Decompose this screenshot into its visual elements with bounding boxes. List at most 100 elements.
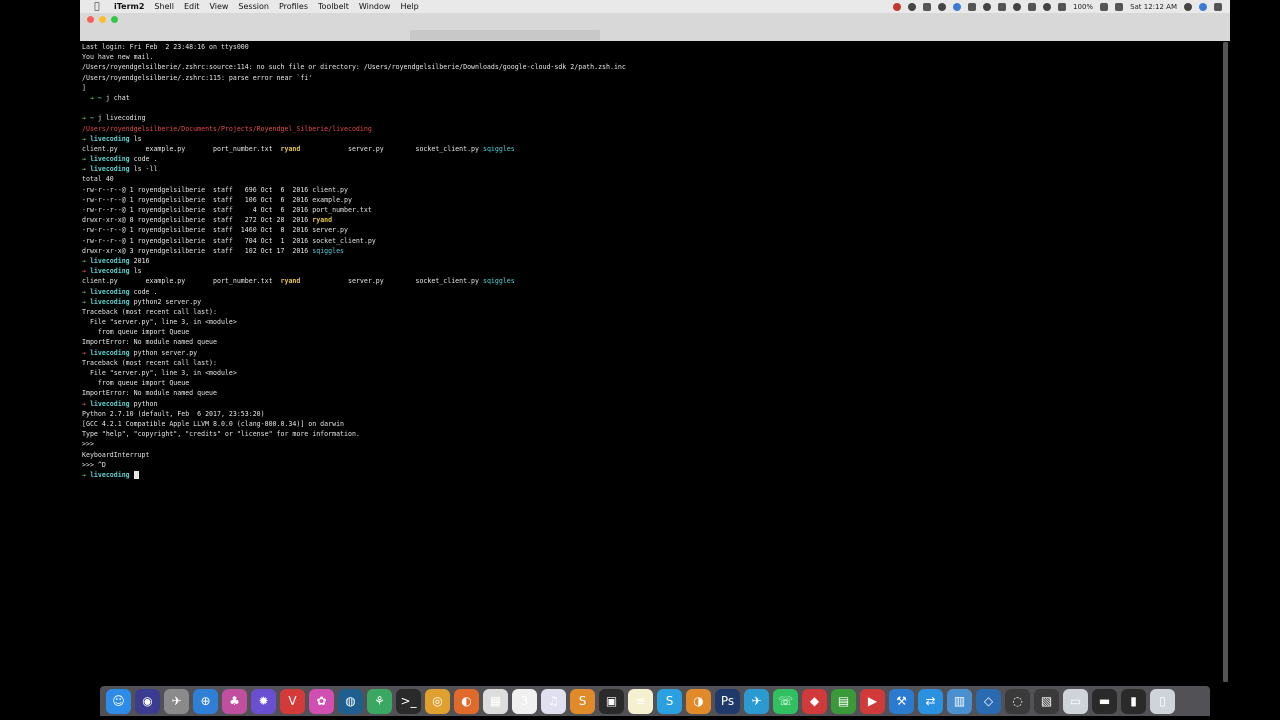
- skype-icon[interactable]: S: [657, 688, 682, 714]
- menu-toolbelt[interactable]: Toolbelt: [318, 2, 349, 11]
- app-icon-14[interactable]: ▬: [1092, 688, 1117, 714]
- terminal-line: → livecoding python: [82, 399, 1222, 409]
- terminal-text: →: [82, 470, 90, 479]
- siri-icon[interactable]: ◉: [135, 688, 160, 714]
- menubar-status-area: 100% Sat 12:12 AM: [893, 0, 1222, 13]
- calendar-icon[interactable]: 3: [512, 688, 537, 714]
- record-icon[interactable]: [893, 2, 902, 11]
- xcode-icon[interactable]: ⚒: [889, 688, 914, 714]
- firefox-icon[interactable]: ◐: [454, 688, 479, 714]
- terminal-line: >>>: [82, 439, 1222, 449]
- close-window-icon[interactable]: [87, 16, 94, 23]
- menu-window[interactable]: Window: [359, 2, 391, 11]
- terminal-tab[interactable]: [410, 30, 600, 40]
- status-app-icon[interactable]: [998, 2, 1007, 11]
- apple-menu-icon[interactable]: : [90, 2, 104, 12]
- app-icon-6[interactable]: ▣: [599, 688, 624, 714]
- zoom-window-icon[interactable]: [111, 16, 118, 23]
- app-icon-9[interactable]: ◆: [802, 688, 827, 714]
- menubar:  iTerm2 Shell Edit View Session Profile…: [80, 0, 1230, 13]
- notes-icon[interactable]: ≡: [628, 688, 653, 714]
- app-icon-7[interactable]: ◑: [686, 688, 711, 714]
- preview-icon[interactable]: ▥: [947, 688, 972, 714]
- terminal-text: livecoding: [89, 155, 134, 164]
- spotlight-icon[interactable]: [1184, 2, 1192, 11]
- scrollbar-thumb[interactable]: [1223, 42, 1228, 682]
- downloads-icon[interactable]: ▮: [1121, 688, 1146, 714]
- terminal-text: →: [82, 165, 90, 174]
- safari-icon[interactable]: ⊕: [193, 688, 218, 714]
- terminal-text: /Users/royendgelsilberie/.zshrc:source:1…: [82, 63, 626, 72]
- terminal-text: client.py example.py port_number.txt: [82, 277, 281, 286]
- menu-view[interactable]: View: [209, 2, 228, 11]
- terminal-text: livecoding: [89, 267, 134, 276]
- app-icon-10[interactable]: ▤: [831, 688, 856, 714]
- status-app-icon[interactable]: [953, 2, 962, 11]
- window-titlebar[interactable]: [80, 13, 1230, 41]
- folder-icon[interactable]: ▭: [1063, 688, 1088, 714]
- terminal-line: drwxr-xr-x@ 3 royendgelsilberie staff 10…: [82, 246, 1222, 256]
- status-app-icon[interactable]: [968, 2, 977, 11]
- app-icon-8[interactable]: ✈: [744, 688, 769, 714]
- terminal-text: j chat: [105, 93, 130, 102]
- app-icon-12[interactable]: ⇄: [918, 688, 943, 714]
- terminal-line: File "server.py", line 3, in <module>: [82, 368, 1222, 378]
- status-app-icon[interactable]: [983, 2, 992, 11]
- menu-help[interactable]: Help: [400, 2, 418, 11]
- app-icon-13[interactable]: ▧: [1034, 688, 1059, 714]
- app-icon-1[interactable]: ♣: [222, 688, 247, 714]
- menu-edit[interactable]: Edit: [184, 2, 200, 11]
- terminal-scrollbar[interactable]: [1223, 42, 1228, 682]
- app-icon-2[interactable]: ✹: [251, 688, 276, 714]
- obs-icon[interactable]: ◌: [1005, 688, 1030, 714]
- terminal-line: Type "help", "copyright", "credits" or "…: [82, 429, 1222, 439]
- menu-session[interactable]: Session: [238, 2, 269, 11]
- finder-icon[interactable]: ☺: [106, 688, 131, 714]
- menubar-clock[interactable]: Sat 12:12 AM: [1130, 3, 1177, 11]
- clock-icon[interactable]: [1013, 2, 1022, 11]
- status-app-icon[interactable]: [908, 2, 917, 11]
- app-icon-11[interactable]: ▶: [860, 688, 885, 714]
- terminal-output[interactable]: Last login: Fri Feb 2 23:48:16 on ttys00…: [82, 42, 1222, 682]
- terminal-text: code .: [133, 287, 158, 296]
- photoshop-icon[interactable]: Ps: [715, 688, 740, 714]
- sublime-icon[interactable]: S: [570, 688, 595, 714]
- vivaldi-icon[interactable]: V: [280, 688, 305, 714]
- status-app-icon[interactable]: [938, 2, 947, 11]
- terminal-cursor: [133, 470, 139, 479]
- terminal-text: from queue import Queue: [82, 379, 190, 388]
- terminal-icon[interactable]: >_: [396, 688, 421, 714]
- siri-menubar-icon[interactable]: [1199, 2, 1207, 11]
- volume-icon[interactable]: [1058, 2, 1067, 11]
- vscode-icon[interactable]: ◇: [976, 688, 1001, 714]
- terminal-text: ryand: [280, 277, 301, 286]
- calendar-grid-icon[interactable]: ▦: [483, 688, 508, 714]
- menu-profiles[interactable]: Profiles: [279, 2, 308, 11]
- whatsapp-icon[interactable]: ☏: [773, 688, 798, 714]
- app-icon-3[interactable]: ✿: [309, 688, 334, 714]
- app-icon-5[interactable]: ⚘: [367, 688, 392, 714]
- minimize-window-icon[interactable]: [99, 16, 106, 23]
- itunes-icon[interactable]: ♫: [541, 688, 566, 714]
- trash-icon[interactable]: ▯: [1150, 688, 1175, 714]
- dock: ☺ ◉ ✈ ⊕ ♣ ✹ V ✿ ◍ ⚘ >_ ◎ ◐ ▦ 3 ♫ S ▣ ≡ S ◑ Ps ✈ ☏ ◆ ▤ ▶ ⚒ ⇄ ▥ ◇ ◌ ▧ ▭ ▬ ▮ ▯: [100, 686, 1210, 716]
- terminal-line: → livecoding python server.py: [82, 348, 1222, 358]
- terminal-text: →: [82, 93, 98, 102]
- terminal-line: → ~ j chat: [82, 93, 1222, 103]
- terminal-line: You have new mail.: [82, 52, 1222, 62]
- battery-percentage[interactable]: 100%: [1073, 3, 1093, 11]
- menu-app-name[interactable]: iTerm2: [114, 2, 144, 11]
- terminal-text: sqiggles: [482, 277, 515, 286]
- app-icon-4[interactable]: ◍: [338, 688, 363, 714]
- terminal-line: KeyboardInterrupt: [82, 450, 1222, 460]
- menu-shell[interactable]: Shell: [154, 2, 174, 11]
- chrome-icon[interactable]: ◎: [425, 688, 450, 714]
- bluetooth-icon[interactable]: [1028, 2, 1037, 11]
- launchpad-icon[interactable]: ✈: [164, 688, 189, 714]
- wifi-icon[interactable]: [1043, 2, 1052, 11]
- battery-icon[interactable]: [1100, 2, 1109, 11]
- input-source-icon[interactable]: [1115, 2, 1124, 11]
- window-controls: [87, 16, 118, 23]
- status-app-icon[interactable]: [923, 2, 932, 11]
- notification-center-icon[interactable]: [1214, 2, 1222, 11]
